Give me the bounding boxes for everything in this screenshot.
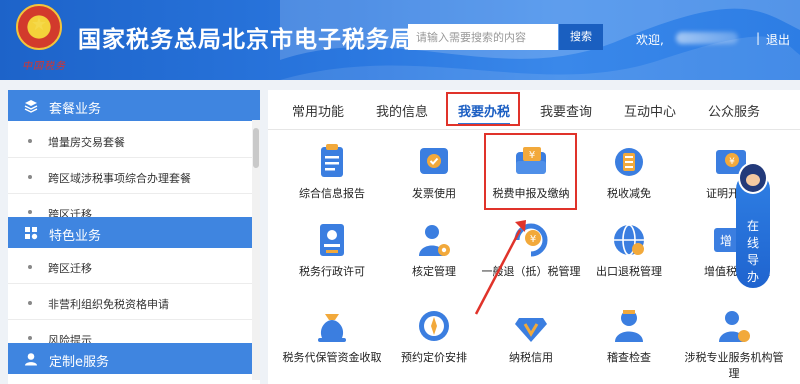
tab-interaction[interactable]: 互动中心	[624, 101, 676, 120]
sidebar-section-featured[interactable]: 特色业务	[8, 217, 260, 248]
search-input[interactable]	[408, 24, 558, 50]
search-button[interactable]: 搜索	[559, 24, 603, 50]
welcome-text: 欢迎,	[636, 33, 664, 47]
username-redacted	[676, 32, 738, 44]
compass-icon	[419, 311, 449, 341]
tile-label: 预约定价安排	[401, 351, 467, 364]
sidebar-item[interactable]: 增量房交易套餐	[8, 124, 252, 158]
bullet-icon	[28, 265, 32, 269]
tab-highlight-box	[446, 92, 520, 126]
globe-icon	[614, 224, 644, 256]
sidebar-section-label: 套餐业务	[49, 102, 102, 117]
tile-label: 核定管理	[412, 265, 456, 278]
tile-label: 税务代保管资金收取	[282, 351, 382, 364]
diamond-icon	[515, 318, 547, 342]
tab-public-service[interactable]: 公众服务	[708, 101, 760, 120]
tile-highlight-box	[484, 133, 577, 210]
guide-char: 导	[746, 253, 759, 267]
tile-agency-management[interactable]: 涉税专业服务机构管理	[684, 306, 784, 384]
svg-text:增: 增	[720, 234, 732, 248]
sidebar: 套餐业务 增量房交易套餐 跨区域涉税事项综合办理套餐 跨区迁移 特色业务 跨区迁…	[8, 90, 260, 384]
bullet-icon	[28, 175, 32, 179]
grid-icon	[25, 227, 38, 240]
user-settings-icon	[419, 225, 450, 256]
refund-icon: ¥	[514, 223, 548, 257]
tab-my-info[interactable]: 我的信息	[376, 101, 428, 120]
main-panel: 常用功能 我的信息 我要办税 我要查询 互动中心 公众服务 综合信息报告 发票使…	[268, 90, 800, 384]
tile-label: 稽查检查	[607, 351, 651, 364]
tile-label: 出口退税管理	[596, 265, 662, 278]
tile-pricing-arrangement[interactable]: 预约定价安排	[379, 306, 489, 384]
license-icon	[320, 224, 344, 256]
sidebar-scrollbar[interactable]	[252, 120, 260, 380]
sidebar-item[interactable]: 跨区迁移	[8, 250, 252, 284]
inspector-icon	[615, 310, 643, 342]
emblem-caption: 中国税务	[22, 61, 66, 72]
tile-invoice[interactable]: 发票使用	[379, 142, 489, 222]
tile-label: 税务行政许可	[299, 265, 365, 278]
tile-refund[interactable]: ¥ 一般退（抵）税管理	[476, 220, 586, 300]
guide-char: 线	[746, 236, 759, 250]
svg-text:¥: ¥	[729, 157, 735, 167]
bullet-icon	[28, 336, 32, 340]
invoice-icon	[420, 148, 448, 174]
tile-label: 发票使用	[412, 187, 456, 200]
tile-inspection[interactable]: 稽查检查	[574, 306, 684, 384]
sidebar-section-package[interactable]: 套餐业务	[8, 90, 260, 121]
sidebar-section-label: 特色业务	[49, 229, 102, 244]
tab-common[interactable]: 常用功能	[292, 101, 344, 120]
tax-emblem-logo: ★	[16, 4, 62, 50]
sidebar-section-label: 定制e服务	[49, 355, 109, 370]
tile-label: 综合信息报告	[299, 187, 365, 200]
tab-bar: 常用功能 我的信息 我要办税 我要查询 互动中心 公众服务	[268, 90, 800, 130]
tile-label: 纳税信用	[509, 351, 553, 364]
sidebar-item-label: 增量房交易套餐	[48, 136, 125, 149]
sidebar-section-custom[interactable]: 定制e服务	[8, 343, 260, 374]
tile-assessment[interactable]: 核定管理	[379, 220, 489, 300]
tile-info-report[interactable]: 综合信息报告	[277, 142, 387, 222]
sidebar-item-label: 跨区域涉税事项综合办理套餐	[48, 172, 191, 185]
header-separator: |	[756, 31, 761, 45]
logout-link[interactable]: 退出	[766, 31, 790, 48]
bullet-icon	[28, 301, 32, 305]
tile-label: 涉税专业服务机构管理	[684, 351, 784, 380]
bullet-icon	[28, 139, 32, 143]
guide-char: 办	[746, 270, 759, 284]
online-guide-button[interactable]: 在 线 导 办	[736, 162, 770, 288]
site-title: 国家税务总局北京市电子税务局	[78, 27, 414, 53]
tile-label: 一般退（抵）税管理	[481, 265, 581, 278]
money-bag-icon	[318, 314, 346, 342]
bullet-icon	[28, 210, 32, 214]
online-guide-label: 在 线 导 办	[736, 218, 770, 286]
tile-label: 税收减免	[607, 187, 651, 200]
tile-tax-relief[interactable]: 税收减免	[574, 142, 684, 222]
tab-query[interactable]: 我要查询	[540, 101, 592, 120]
sidebar-item-label: 跨区迁移	[48, 262, 92, 275]
tile-custody-fund[interactable]: 税务代保管资金收取	[277, 306, 387, 384]
tile-admin-license[interactable]: 税务行政许可	[277, 220, 387, 300]
report-icon	[321, 144, 343, 177]
assistant-avatar-icon	[738, 162, 768, 194]
tile-export-refund[interactable]: 出口退税管理	[574, 220, 684, 300]
user-icon	[25, 353, 37, 366]
coin-stack-icon	[615, 148, 643, 176]
scrollbar-thumb[interactable]	[253, 128, 259, 168]
agency-icon	[719, 311, 750, 342]
svg-text:¥: ¥	[530, 234, 536, 245]
tile-tax-credit[interactable]: 纳税信用	[476, 306, 586, 384]
header-bar: ★ 中国税务 国家税务总局北京市电子税务局 搜索 欢迎, | 退出	[0, 0, 800, 80]
sidebar-item-label: 非营利组织免税资格申请	[48, 298, 169, 311]
layers-icon	[24, 100, 38, 113]
guide-char: 在	[746, 219, 759, 233]
